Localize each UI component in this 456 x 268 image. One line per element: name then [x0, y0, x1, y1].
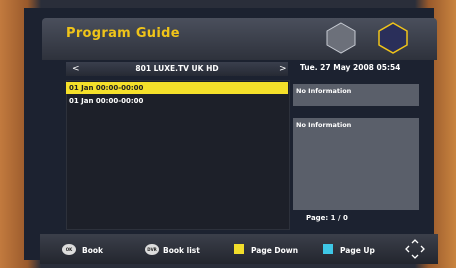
channel-selector[interactable]: 801 LUXE.TV UK HD — [66, 62, 288, 76]
current-datetime: Tue. 27 May 2008 05:54 — [300, 63, 401, 72]
event-info-panel: No Information — [293, 84, 419, 106]
yellow-key-icon — [234, 244, 244, 254]
page-down-label[interactable]: Page Down — [251, 246, 298, 255]
book-list-label[interactable]: Book list — [163, 246, 200, 255]
page-indicator: Page: 1 / 0 — [306, 214, 348, 222]
event-description-panel: No Information — [293, 118, 419, 210]
dvr-button-icon[interactable]: DVR — [145, 244, 159, 255]
navigation-arrows-icon — [405, 239, 425, 259]
event-row[interactable]: 01 Jan 00:00-00:00 — [66, 95, 288, 107]
hexagon-icon — [378, 22, 408, 54]
prev-channel-icon[interactable]: < — [72, 62, 80, 76]
page-title: Program Guide — [66, 26, 180, 41]
next-channel-icon[interactable]: > — [279, 62, 287, 76]
channel-name: 801 LUXE.TV UK HD — [135, 64, 219, 73]
cyan-key-icon — [323, 244, 333, 254]
hexagon-icon — [326, 22, 356, 54]
page-up-label[interactable]: Page Up — [340, 246, 375, 255]
ok-button-icon[interactable]: OK — [62, 244, 76, 255]
book-label[interactable]: Book — [82, 246, 103, 255]
event-row-selected[interactable]: 01 Jan 00:00-00:00 — [66, 82, 288, 94]
